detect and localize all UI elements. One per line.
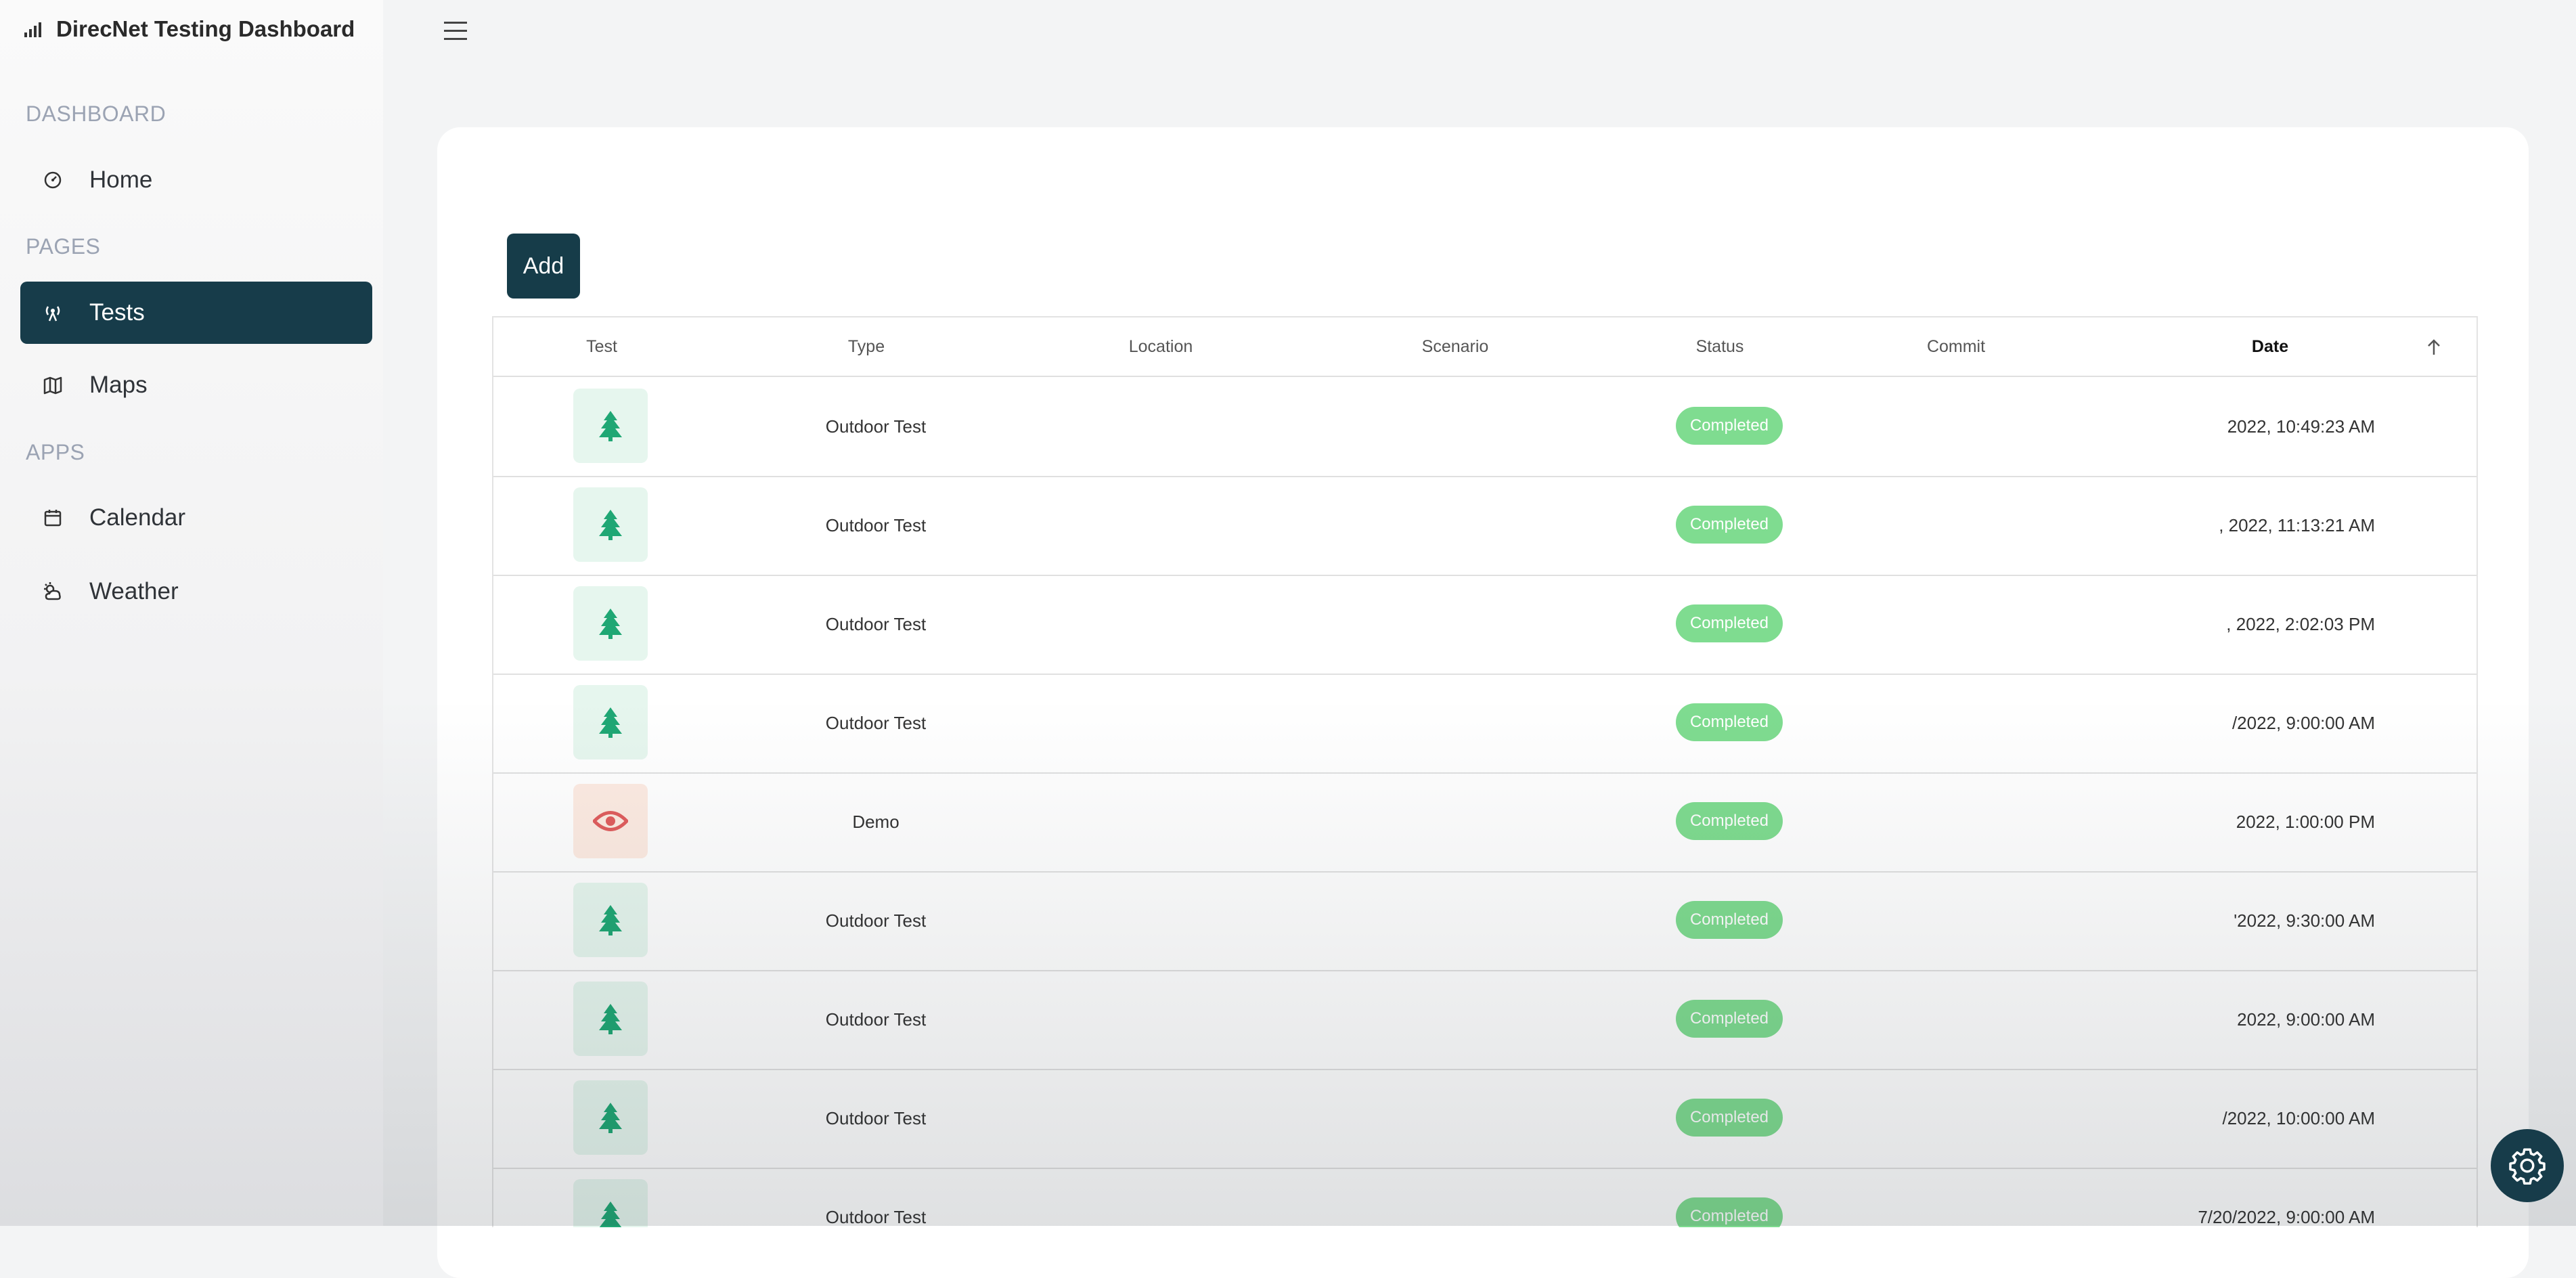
redacted-commit: [1918, 805, 2006, 839]
map-icon: [41, 375, 65, 395]
tree-icon: [573, 1179, 648, 1227]
tree-icon: [573, 982, 648, 1056]
sidebar-item-label: Maps: [89, 372, 148, 398]
table-header: Test Type Location Scenario Status Commi…: [493, 317, 2477, 377]
column-header-scenario[interactable]: Scenario: [1422, 317, 1489, 376]
tree-icon: [573, 487, 648, 562]
section-label-pages: PAGES: [26, 234, 101, 259]
redacted-date: [2179, 1103, 2223, 1134]
redacted-scenario: [1373, 910, 1556, 931]
dashboard-gauge-icon: [41, 171, 65, 190]
tests-table: Test Type Location Scenario Status Commi…: [492, 316, 2478, 1227]
tree-icon: [573, 883, 648, 957]
sort-ascending-icon[interactable]: [2426, 338, 2441, 356]
add-test-button[interactable]: Add: [507, 234, 580, 299]
redacted-scenario: [1370, 1106, 1556, 1130]
cell-type: Outdoor Test: [825, 1207, 927, 1227]
redacted-scenario: [1367, 1200, 1563, 1227]
cell-type: Outdoor Test: [825, 515, 927, 535]
cell-type: Demo: [852, 812, 900, 832]
cell-date: 7/20/2022, 9:00:00 AM: [2198, 1207, 2375, 1227]
table-row[interactable]: Demo Completed 2022, 1:00:00 PM: [493, 772, 2477, 873]
table-row[interactable]: Outdoor Test Completed 7/20/2022, 9:00:0…: [493, 1168, 2477, 1227]
sidebar-item-calendar[interactable]: Calendar: [20, 487, 372, 549]
sidebar-item-weather[interactable]: Weather: [20, 560, 372, 623]
cell-date: /2022, 10:00:00 AM: [2222, 1108, 2375, 1128]
redacted-location: [1103, 1205, 1238, 1227]
sidebar-item-label: Calendar: [89, 504, 186, 531]
status-badge: Completed: [1676, 506, 1783, 544]
status-badge: Completed: [1676, 604, 1783, 642]
cell-date: 2022, 10:49:23 AM: [2227, 416, 2375, 437]
column-header-status[interactable]: Status: [1696, 317, 1744, 376]
sidebar: DirecNet Testing Dashboard DASHBOARD Hom…: [0, 0, 383, 1226]
column-header-type[interactable]: Type: [848, 317, 885, 376]
column-header-commit[interactable]: Commit: [1927, 317, 1985, 376]
menu-toggle-icon[interactable]: [444, 22, 467, 41]
status-badge: Completed: [1676, 1099, 1783, 1137]
eye-icon: [573, 784, 648, 858]
redacted-scenario: [1367, 805, 1563, 839]
cell-type: Outdoor Test: [825, 713, 927, 733]
redacted-location: [1099, 900, 1241, 942]
cell-type: Outdoor Test: [825, 614, 927, 634]
column-header-date[interactable]: Date: [2252, 317, 2288, 376]
antenna-icon: [41, 303, 65, 323]
cell-date: , 2022, 2:02:03 PM: [2226, 614, 2375, 634]
signal-bars-icon: [24, 21, 41, 37]
redacted-date: [2179, 905, 2233, 936]
sidebar-item-maps[interactable]: Maps: [20, 354, 372, 416]
cell-type: Outdoor Test: [825, 1009, 927, 1030]
section-label-apps: APPS: [26, 440, 85, 464]
tree-icon: [573, 389, 648, 463]
sidebar-item-label: Tests: [89, 299, 145, 326]
redacted-date: [2179, 1004, 2233, 1035]
sidebar-item-label: Home: [89, 167, 153, 193]
status-badge: Completed: [1676, 901, 1783, 939]
table-row[interactable]: Outdoor Test Completed 2022, 10:49:23 AM: [493, 377, 2477, 477]
sidebar-item-home[interactable]: Home: [20, 149, 372, 211]
table-row[interactable]: Outdoor Test Completed 2022, 9:00:00 AM: [493, 970, 2477, 1070]
sidebar-item-label: Weather: [89, 578, 179, 604]
status-badge: Completed: [1676, 703, 1783, 741]
cell-date: /2022, 9:00:00 AM: [2231, 713, 2375, 733]
cell-type: Outdoor Test: [825, 1108, 927, 1128]
redacted-scenario: [1367, 1009, 1563, 1030]
table-row[interactable]: Outdoor Test Completed /2022, 10:00:00 A…: [493, 1069, 2477, 1169]
tree-icon: [573, 1080, 648, 1155]
tree-icon: [573, 586, 648, 661]
table-row[interactable]: Outdoor Test Completed /2022, 9:00:00 AM: [493, 674, 2477, 774]
column-header-test[interactable]: Test: [586, 317, 617, 376]
redacted-location: [1099, 1010, 1238, 1029]
status-badge: Completed: [1676, 407, 1783, 445]
brand[interactable]: DirecNet Testing Dashboard: [24, 14, 355, 45]
tree-icon: [573, 685, 648, 759]
calendar-icon: [41, 508, 65, 527]
column-header-location[interactable]: Location: [1129, 317, 1193, 376]
sidebar-item-tests[interactable]: Tests: [20, 282, 372, 344]
redacted-location: [1103, 1101, 1238, 1135]
status-badge: Completed: [1676, 1197, 1783, 1227]
status-badge: Completed: [1676, 1000, 1783, 1038]
cell-date: '2022, 9:30:00 AM: [2234, 910, 2375, 931]
app-title: DirecNet Testing Dashboard: [56, 16, 355, 41]
gear-icon: [2507, 1145, 2548, 1186]
cell-type: Outdoor Test: [825, 416, 927, 437]
table-row[interactable]: Outdoor Test Completed , 2022, 11:13:21 …: [493, 476, 2477, 576]
settings-button[interactable]: [2491, 1129, 2564, 1202]
table-row[interactable]: Outdoor Test Completed , 2022, 2:02:03 P…: [493, 575, 2477, 675]
table-row[interactable]: Outdoor Test Completed '2022, 9:30:00 AM: [493, 871, 2477, 971]
weather-icon: [41, 581, 65, 602]
redacted-location: [1089, 805, 1251, 839]
cell-type: Outdoor Test: [825, 910, 927, 931]
cell-date: 2022, 9:00:00 AM: [2237, 1009, 2375, 1030]
section-label-dashboard: DASHBOARD: [26, 102, 166, 126]
cell-date: , 2022, 11:13:21 AM: [2219, 515, 2375, 535]
status-badge: Completed: [1676, 802, 1783, 840]
cell-date: 2022, 1:00:00 PM: [2236, 812, 2375, 832]
